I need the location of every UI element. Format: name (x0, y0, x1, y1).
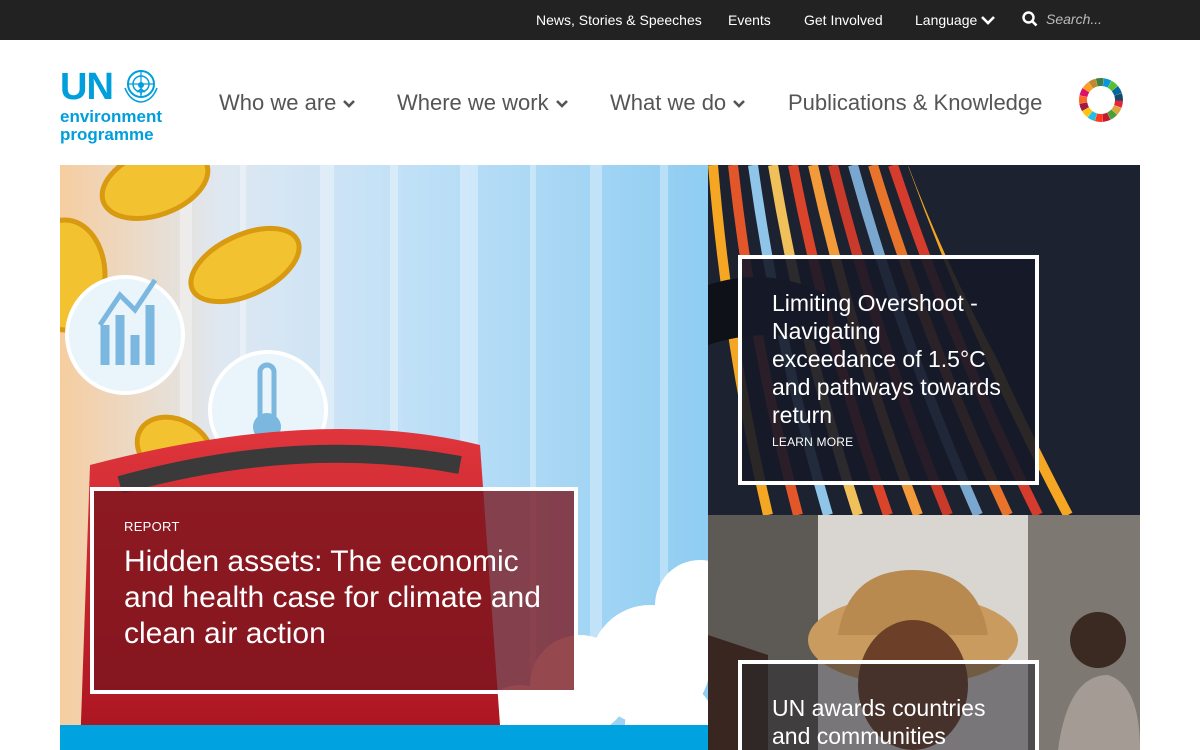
search-icon[interactable] (1022, 11, 1038, 27)
hero-kicker: REPORT (124, 519, 180, 534)
feature-card-overshoot[interactable]: Limiting Overshoot - Navigating exceedan… (738, 255, 1039, 485)
language-label: Language (915, 12, 978, 28)
search-input[interactable] (1046, 11, 1146, 27)
nav-where-we-work[interactable]: Where we work (397, 90, 569, 116)
hero-bottom-bar (60, 725, 708, 750)
chevron-down-icon (555, 100, 568, 108)
topbar-link-news[interactable]: News, Stories & Speeches (536, 12, 702, 28)
nav-publications-knowledge[interactable]: Publications & Knowledge (788, 90, 1042, 116)
sdg-wheel-icon[interactable] (1078, 77, 1124, 123)
nav-label: Publications & Knowledge (788, 90, 1043, 115)
topbar-link-get-involved[interactable]: Get Involved (804, 12, 883, 28)
hero-feature[interactable]: REPORT Hidden assets: The economic and h… (60, 165, 708, 750)
nav-label: Who we are (219, 90, 337, 115)
feature-card-awards[interactable]: UN awards countries and communities (738, 660, 1039, 750)
hero-card[interactable]: REPORT Hidden assets: The economic and h… (90, 487, 578, 694)
chevron-down-icon (981, 16, 996, 25)
feature-panel-awards[interactable]: UN awards countries and communities (708, 515, 1140, 750)
language-selector[interactable]: Language (915, 12, 996, 28)
hero-title[interactable]: Hidden assets: The economic and health c… (124, 544, 544, 652)
top-utility-bar: News, Stories & Speeches Events Get Invo… (0, 0, 1200, 40)
feature2-title[interactable]: UN awards countries and communities (772, 694, 1005, 750)
unep-logo[interactable]: UN environment programme (60, 68, 170, 148)
nav-label: What we do (610, 90, 727, 115)
search-box (1022, 11, 1146, 27)
nav-who-we-are[interactable]: Who we are (219, 90, 356, 116)
site-header: UN environment programme Who we are Wher… (0, 40, 1200, 165)
chevron-down-icon (733, 100, 746, 108)
topbar-link-events[interactable]: Events (728, 12, 771, 28)
logo-un-text: UN (60, 66, 114, 108)
logo-line-environment: environment (60, 107, 163, 126)
logo-line-programme: programme (60, 125, 154, 144)
nav-label: Where we work (397, 90, 549, 115)
learn-more-link[interactable]: LEARN MORE (772, 435, 1005, 449)
nav-what-we-do[interactable]: What we do (610, 90, 746, 116)
un-emblem-icon (124, 70, 158, 103)
feature-panel-overshoot[interactable]: Limiting Overshoot - Navigating exceedan… (708, 165, 1140, 515)
chevron-down-icon (343, 100, 356, 108)
feature1-title[interactable]: Limiting Overshoot - Navigating exceedan… (772, 289, 1005, 429)
